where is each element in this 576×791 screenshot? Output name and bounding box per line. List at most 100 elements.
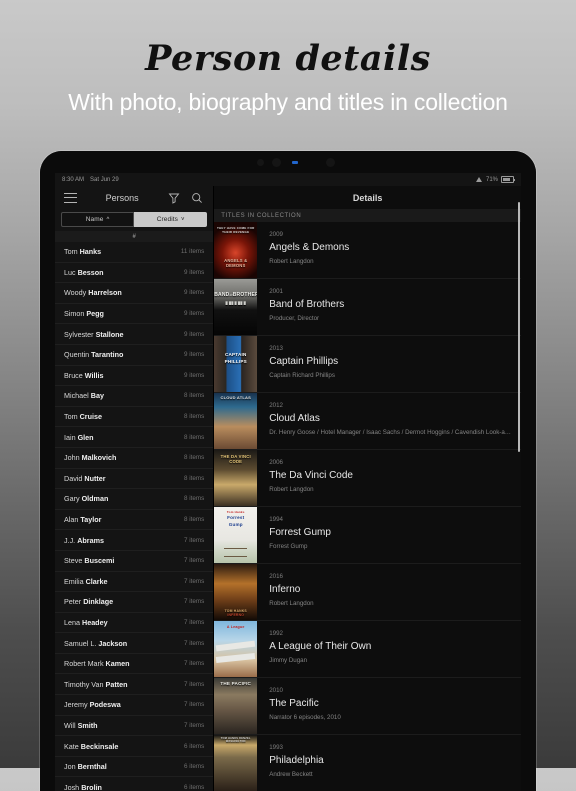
person-item-count: 7 items bbox=[183, 618, 205, 626]
title-row[interactable]: TOM HANKS INFERNO 2016 Inferno Robert Langdo… bbox=[214, 564, 521, 621]
person-item-count: 8 items bbox=[183, 433, 205, 441]
person-row[interactable]: Tom Cruise 8 items bbox=[55, 407, 214, 428]
person-row[interactable]: Timothy Van Patten 7 items bbox=[55, 674, 214, 696]
person-first-name: Steve bbox=[64, 556, 85, 566]
title-year: 2016 bbox=[269, 573, 283, 580]
person-last-name: Harrelson bbox=[88, 288, 122, 298]
status-date: Sat Jun 29 bbox=[90, 176, 119, 183]
person-item-count: 7 items bbox=[183, 598, 205, 606]
person-item-count: 8 items bbox=[183, 454, 205, 462]
person-row[interactable]: Simon Pegg 9 items bbox=[55, 304, 214, 325]
person-row[interactable]: Will Smith 7 items bbox=[55, 716, 214, 737]
person-last-name: Podeswa bbox=[89, 700, 121, 710]
person-first-name: Peter bbox=[64, 597, 84, 607]
title-name: The Pacific bbox=[269, 698, 319, 709]
person-name: Luc Besson bbox=[64, 268, 104, 277]
person-row[interactable]: Jon Bernthal 6 items bbox=[55, 757, 214, 778]
person-item-count: 7 items bbox=[183, 680, 205, 688]
title-role: Robert Langdon bbox=[269, 258, 314, 265]
person-item-count: 9 items bbox=[183, 310, 205, 318]
person-last-name: Bernthal bbox=[77, 762, 107, 772]
person-first-name: Josh bbox=[64, 782, 82, 791]
person-first-name: Tom bbox=[64, 412, 80, 422]
person-first-name: Gary bbox=[64, 494, 82, 504]
persons-toolbar: Persons bbox=[55, 186, 213, 209]
sort-segment-credits[interactable]: Credits ˅ bbox=[134, 212, 208, 227]
person-last-name: Oldman bbox=[81, 494, 109, 504]
person-row[interactable]: Woody Harrelson 9 items bbox=[55, 283, 214, 304]
title-info: 2010 The Pacific Narrator 6 episodes, 2010 bbox=[257, 678, 521, 734]
person-row[interactable]: Samuel L. Jackson 7 items bbox=[55, 633, 214, 654]
person-row[interactable]: Michael Bay 8 items bbox=[55, 386, 214, 407]
person-row[interactable]: Jeremy Podeswa 7 items bbox=[55, 695, 214, 716]
person-row[interactable]: Lena Headey 7 items bbox=[55, 613, 214, 634]
title-row[interactable]: CAPTAIN PHILLIPS 2013 Captain Phillips Capta… bbox=[214, 336, 521, 393]
title-role: Jimmy Dugan bbox=[269, 657, 308, 664]
person-row[interactable]: Kate Beckinsale 6 items bbox=[55, 736, 214, 757]
person-row[interactable]: Luc Besson 9 items bbox=[55, 263, 214, 284]
person-item-count: 7 items bbox=[183, 639, 205, 647]
sort-segment-name[interactable]: Name ^ bbox=[61, 212, 135, 227]
person-row[interactable]: Gary Oldman 8 items bbox=[55, 489, 214, 510]
person-name: Michael Bay bbox=[64, 391, 104, 400]
battery-icon bbox=[501, 176, 515, 183]
person-last-name: Smith bbox=[77, 720, 98, 730]
title-row[interactable]: THE PACIFIC 2010 The Pacific Narrator 6 epi… bbox=[214, 678, 521, 735]
person-row[interactable]: Bruce Willis 9 items bbox=[55, 366, 214, 387]
title-row[interactable]: TOM HANKS DENZEL WASHINGTON 1993 Philadelp… bbox=[214, 735, 521, 791]
title-year: 2013 bbox=[269, 345, 283, 352]
person-last-name: Tarantino bbox=[91, 350, 124, 360]
sort-segmented-control: Name ^ Credits ˅ bbox=[55, 209, 213, 231]
person-first-name: J.J. bbox=[64, 535, 78, 545]
person-name: Simon Pegg bbox=[64, 309, 104, 318]
a-league-of-their-own-poster: A League bbox=[214, 621, 258, 677]
person-last-name: Besson bbox=[77, 267, 104, 277]
titles-list[interactable]: THEY HAVE COME FOR THEIR REVENGE ANGELS &… bbox=[214, 222, 521, 791]
title-row[interactable]: A League 1992 A League of Their Own Jimmy D… bbox=[214, 621, 521, 678]
person-row[interactable]: Peter Dinklage 7 items bbox=[55, 592, 214, 613]
person-last-name: Dinklage bbox=[83, 597, 114, 607]
title-role: Dr. Henry Goose / Hotel Manager / Isaac … bbox=[269, 429, 511, 436]
title-info: 2012 Cloud Atlas Dr. Henry Goose / Hotel M… bbox=[257, 393, 521, 449]
person-item-count: 8 items bbox=[183, 516, 205, 524]
person-first-name: David bbox=[64, 473, 85, 483]
person-row[interactable]: Tom Hanks 11 items bbox=[55, 242, 214, 263]
person-row[interactable]: Emilia Clarke 7 items bbox=[55, 572, 214, 593]
person-row[interactable]: Alan Taylor 8 items bbox=[55, 510, 214, 531]
person-row[interactable]: J.J. Abrams 7 items bbox=[55, 530, 214, 551]
person-item-count: 7 items bbox=[183, 536, 205, 544]
person-row[interactable]: Sylvester Stallone 9 items bbox=[55, 324, 214, 345]
person-row[interactable]: Iain Glen 8 items bbox=[55, 427, 214, 448]
details-pane: Details TITLES IN COLLECTION THEY HAVE C… bbox=[214, 186, 521, 791]
hamburger-menu-icon[interactable] bbox=[64, 192, 77, 203]
title-row[interactable]: CLOUD ATLAS 2012 Cloud Atlas Dr. Henry Goos… bbox=[214, 393, 521, 450]
title-row[interactable]: Forrest Gump Tom Hanks 1994 Forrest Gump Forr… bbox=[214, 507, 521, 564]
person-row[interactable]: David Nutter 8 items bbox=[55, 469, 214, 490]
title-name: Forrest Gump bbox=[269, 527, 331, 538]
persons-list[interactable]: Tom Hanks 11 items Luc Besson 9 items Woody … bbox=[55, 242, 214, 791]
person-row[interactable]: Josh Brolin 6 items bbox=[55, 777, 213, 791]
title-row[interactable]: THE DA VINCI CODE 2006 The Da Vinci Code Ro… bbox=[214, 450, 521, 507]
person-first-name: Luc bbox=[64, 267, 78, 277]
title-info: 1993 Philadelphia Andrew Beckett bbox=[257, 735, 521, 791]
person-last-name: Beckinsale bbox=[80, 741, 119, 751]
search-icon[interactable] bbox=[190, 191, 204, 205]
vertical-scrollbar[interactable] bbox=[517, 202, 520, 452]
person-row[interactable]: Steve Buscemi 7 items bbox=[55, 551, 214, 572]
person-first-name: Quentin bbox=[64, 350, 92, 360]
title-role: Captain Richard Phillips bbox=[269, 372, 335, 379]
filter-funnel-icon[interactable] bbox=[167, 191, 181, 205]
person-row[interactable]: Robert Mark Kamen 7 items bbox=[55, 654, 214, 675]
person-last-name: Kamen bbox=[105, 659, 130, 669]
title-row[interactable]: BANDofBROTHERS█ ██ █ ██ █ 2001 Band of Bro… bbox=[214, 279, 521, 336]
person-row[interactable]: John Malkovich 8 items bbox=[55, 448, 214, 469]
person-last-name: Buscemi bbox=[84, 556, 115, 566]
person-row[interactable]: Quentin Tarantino 9 items bbox=[55, 345, 214, 366]
person-first-name: Woody bbox=[64, 288, 89, 298]
title-row[interactable]: THEY HAVE COME FOR THEIR REVENGE ANGELS &… bbox=[214, 222, 521, 279]
person-item-count: 8 items bbox=[183, 413, 205, 421]
title-role: Forrest Gump bbox=[269, 543, 308, 550]
status-bar: 8:30 AM Sat Jun 29 71% bbox=[55, 173, 521, 186]
section-index-header: # bbox=[55, 231, 214, 242]
person-first-name: Kate bbox=[64, 741, 81, 751]
